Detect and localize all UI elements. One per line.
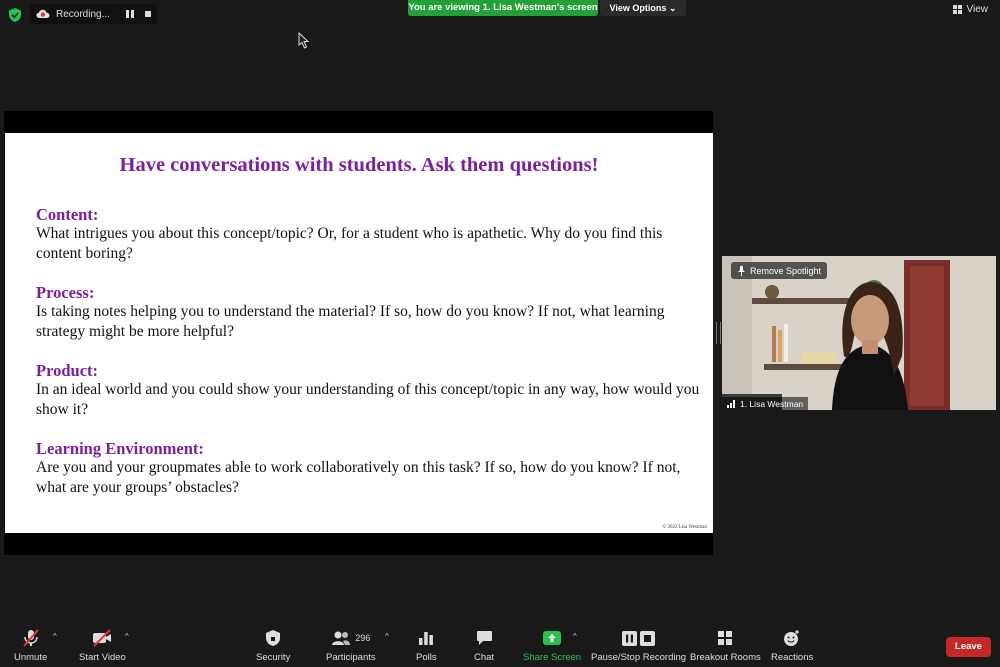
breakout-rooms-button[interactable]: Breakout Rooms xyxy=(690,628,761,663)
signal-strength-icon xyxy=(727,399,735,408)
pause-stop-recording-label: Pause/Stop Recording xyxy=(591,652,687,663)
pause-recording-button[interactable] xyxy=(121,5,139,23)
unmute-button[interactable]: Unmute xyxy=(14,628,47,663)
participant-name-tag: 1. Lisa Westman xyxy=(722,397,809,410)
view-button[interactable]: View xyxy=(952,4,989,15)
audio-options-caret[interactable]: ^ xyxy=(53,632,57,641)
pause-icon xyxy=(126,10,134,18)
chat-button[interactable]: Chat xyxy=(474,628,494,663)
slide-title: Have conversations with students. Ask th… xyxy=(119,154,599,176)
remove-spotlight-button[interactable]: Remove Spotlight xyxy=(731,262,828,279)
slide-section-learning-environment: Learning Environment: Are you and your g… xyxy=(36,439,706,497)
section-heading: Process: xyxy=(36,283,95,302)
video-camera-muted-icon xyxy=(93,629,112,647)
grid-view-icon xyxy=(952,5,962,14)
microphone-muted-icon xyxy=(22,629,39,647)
security-shield-icon[interactable] xyxy=(7,7,23,23)
stop-icon xyxy=(640,630,656,646)
section-body: Is taking notes helping you to understan… xyxy=(36,303,665,340)
reactions-label: Reactions xyxy=(771,652,814,663)
view-label: View xyxy=(966,4,989,15)
share-screen-arrow-icon xyxy=(543,631,562,645)
section-body: Are you and your groupmates able to work… xyxy=(36,459,681,496)
shield-icon xyxy=(266,630,281,646)
video-options-caret[interactable]: ^ xyxy=(125,632,129,641)
video-feed-image xyxy=(722,256,996,410)
section-body: In an ideal world and you could show you… xyxy=(36,381,700,418)
breakout-rooms-grid-icon xyxy=(718,631,733,645)
slide-section-product: Product: In an ideal world and you could… xyxy=(36,361,706,419)
chevron-down-icon: ⌄ xyxy=(668,3,677,13)
participant-video[interactable] xyxy=(722,256,996,410)
chat-label: Chat xyxy=(474,652,495,663)
stop-recording-button[interactable] xyxy=(139,5,157,23)
security-label: Security xyxy=(256,652,291,663)
remove-spotlight-label: Remove Spotlight xyxy=(750,265,822,276)
participants-count: 296 xyxy=(355,633,371,643)
section-heading: Content: xyxy=(36,205,99,224)
unmute-label: Unmute xyxy=(14,652,48,663)
polls-label: Polls xyxy=(416,652,437,663)
pin-icon xyxy=(738,265,745,276)
polls-bar-chart-icon xyxy=(419,632,434,645)
participants-options-caret[interactable]: ^ xyxy=(385,632,389,641)
meeting-toolbar: Unmute ^ Start Video ^ Security 296 Part… xyxy=(0,624,1000,667)
reactions-smiley-icon xyxy=(784,630,800,646)
participant-name: 1. Lisa Westman xyxy=(740,398,804,409)
polls-button[interactable]: Polls xyxy=(416,628,437,663)
chat-bubble-icon xyxy=(476,631,492,645)
pause-icon xyxy=(622,630,638,646)
share-screen-label: Share Screen xyxy=(523,652,582,663)
section-heading: Product: xyxy=(36,361,99,380)
section-body: What intrigues you about this concept/to… xyxy=(36,225,663,262)
leave-button[interactable]: Leave xyxy=(946,637,991,657)
cloud-recording-icon xyxy=(36,9,50,18)
participants-icon xyxy=(332,631,351,645)
presentation-slide: Have conversations with students. Ask th… xyxy=(5,133,713,533)
participants-label: Participants xyxy=(326,652,376,663)
view-options-label: View Options xyxy=(609,3,667,13)
slide-section-process: Process: Is taking notes helping you to … xyxy=(36,283,706,341)
panel-resize-handle[interactable] xyxy=(716,322,721,344)
recording-label: Recording... xyxy=(56,8,110,20)
stop-icon xyxy=(145,11,151,17)
breakout-rooms-label: Breakout Rooms xyxy=(690,652,761,663)
start-video-button[interactable]: Start Video xyxy=(79,628,126,663)
section-heading: Learning Environment: xyxy=(36,439,204,458)
slide-section-content: Content: What intrigues you about this c… xyxy=(36,205,706,263)
participants-button[interactable]: 296 Participants xyxy=(326,628,376,663)
start-video-label: Start Video xyxy=(79,652,126,663)
security-button[interactable]: Security xyxy=(256,628,290,663)
pause-stop-recording-button[interactable]: Pause/Stop Recording xyxy=(591,628,686,663)
slide-copyright: © 2022 Lisa Westman xyxy=(662,525,707,530)
viewing-screen-banner: You are viewing 1. Lisa Westman's screen xyxy=(408,0,598,16)
recording-indicator: Recording... xyxy=(30,4,157,24)
view-options-button[interactable]: View Options ⌄ xyxy=(600,0,686,16)
mouse-cursor-icon xyxy=(298,32,310,49)
share-options-caret[interactable]: ^ xyxy=(573,632,577,641)
reactions-button[interactable]: Reactions xyxy=(771,628,813,663)
